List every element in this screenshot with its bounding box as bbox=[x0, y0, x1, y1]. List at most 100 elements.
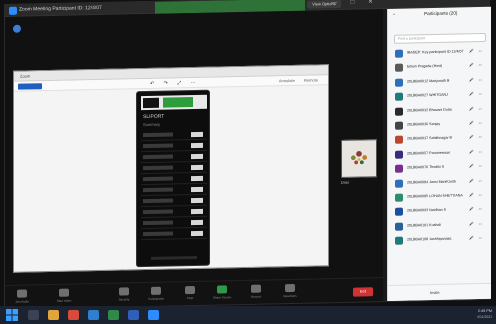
word-icon[interactable] bbox=[128, 310, 139, 320]
phone-row-label bbox=[143, 220, 173, 226]
chrome-icon[interactable] bbox=[68, 310, 79, 320]
desktop-screenshot: Zoom Meeting Participant ID: 12/4/07 Vie… bbox=[0, 0, 496, 324]
avatar bbox=[395, 179, 403, 188]
avatar bbox=[395, 193, 403, 202]
windows-start-icon[interactable] bbox=[6, 309, 18, 321]
participant-name: 20LBBA0101 Kushali bbox=[407, 222, 441, 228]
avatar bbox=[395, 236, 403, 245]
phone-row-value bbox=[191, 142, 203, 149]
mic-camera-icon[interactable]: 🎤 ▭ bbox=[469, 222, 484, 226]
mic-camera-icon[interactable]: 🎤 ▭ bbox=[469, 193, 484, 197]
avatar bbox=[395, 78, 403, 87]
shield-icon bbox=[119, 287, 129, 296]
record-icon bbox=[251, 284, 261, 293]
participant-name: 20LBBA0085 LOHAN SHETTIANA bbox=[407, 193, 463, 199]
mic-camera-icon[interactable]: 🎤 ▭ bbox=[469, 178, 484, 182]
participant-name: 20LBBA0037 Sahithnagar B bbox=[407, 135, 452, 141]
shared-home-button[interactable] bbox=[18, 83, 42, 90]
phone-title: SLIPORT bbox=[143, 113, 165, 121]
phone-row-value bbox=[191, 175, 203, 182]
phone-mirror: SLIPORT Summary bbox=[136, 89, 210, 268]
mic-camera-icon[interactable]: 🎤 ▭ bbox=[469, 236, 484, 240]
avatar bbox=[395, 107, 403, 116]
phone-row-label bbox=[143, 231, 173, 237]
mic-camera-icon[interactable]: 🎤 ▭ bbox=[469, 135, 484, 139]
participant-name: 20LBBA0084 Jansi ManiKanth bbox=[407, 179, 456, 185]
mic-camera-icon[interactable]: 🎤 ▭ bbox=[469, 107, 484, 111]
thumbnail-label: Dimi bbox=[341, 179, 349, 185]
phone-row-value bbox=[191, 153, 203, 160]
participant-row[interactable]: 20LBBA0108 Jashhipanaka 🎤 ▭ bbox=[390, 232, 490, 248]
flower-image-icon bbox=[342, 140, 376, 177]
participants-button[interactable]: Participants bbox=[147, 286, 165, 301]
share-icon bbox=[217, 285, 227, 294]
invite-button[interactable]: Invite bbox=[430, 290, 440, 295]
reactions-button[interactable]: Reactions bbox=[281, 283, 299, 298]
mic-camera-icon[interactable]: 🎤 ▭ bbox=[469, 121, 484, 125]
mic-camera-icon[interactable]: 🎤 ▭ bbox=[469, 92, 484, 96]
participant-name: 20LBBA0012 Manjunath B bbox=[407, 78, 450, 84]
phone-subtitle: Summary bbox=[143, 121, 161, 128]
join-audio-button[interactable]: Join Audio bbox=[13, 289, 31, 304]
participant-name: 20LBBA0093 Naidhan S bbox=[407, 208, 446, 213]
annotate-button[interactable]: Annotate bbox=[279, 78, 295, 83]
participants-list: IBADEP: Key participant ID 12/4/07 🎤 ▭ Edw… bbox=[390, 45, 490, 249]
phone-row-label bbox=[143, 132, 173, 138]
mic-camera-icon[interactable]: 🎤 ▭ bbox=[469, 63, 484, 67]
stop-video-button[interactable]: Stop Video bbox=[55, 288, 73, 303]
participant-name: Edwin Pragada (Host) bbox=[407, 64, 443, 69]
chat-button[interactable]: Chat bbox=[181, 285, 199, 300]
participant-name: 20LBBA0027 WHITGANJ bbox=[407, 92, 448, 98]
mic-camera-icon[interactable]: 🎤 ▭ bbox=[469, 150, 484, 154]
chevron-down-icon[interactable]: ⌄ bbox=[392, 11, 396, 17]
avatar bbox=[395, 164, 403, 173]
avatar bbox=[395, 92, 403, 101]
participants-panel: ⌄ Participants (20) Find a participant I… bbox=[387, 6, 491, 301]
security-button[interactable]: Security bbox=[115, 287, 133, 302]
participant-thumbnail[interactable] bbox=[341, 139, 377, 178]
mic-camera-icon[interactable]: 🎤 ▭ bbox=[469, 164, 484, 168]
avatar bbox=[395, 222, 403, 231]
avatar bbox=[395, 49, 403, 58]
windows-taskbar: 2:45 PM 4/11/2021 bbox=[0, 306, 496, 324]
participant-name: IBADEP: Key participant ID 12/4/07 bbox=[407, 49, 464, 55]
headphones-icon bbox=[17, 289, 27, 298]
shared-tab-label: Zoom bbox=[20, 73, 31, 79]
participant-name: 20LBBA0057 Parameswari bbox=[407, 150, 451, 156]
excel-icon[interactable] bbox=[108, 310, 119, 320]
phone-row-label bbox=[143, 187, 173, 193]
remote-button[interactable]: Remote bbox=[304, 77, 318, 82]
avatar bbox=[395, 207, 403, 217]
avatar bbox=[395, 150, 403, 159]
zoom-window: Zoom Meeting Participant ID: 12/4/07 Vie… bbox=[4, 0, 491, 310]
phone-row-value bbox=[191, 230, 203, 237]
search-icon[interactable] bbox=[28, 310, 39, 320]
mic-camera-icon[interactable]: 🎤 ▭ bbox=[469, 78, 484, 82]
phone-row-value bbox=[191, 219, 203, 226]
folder-icon[interactable] bbox=[48, 310, 59, 320]
end-meeting-button[interactable]: End bbox=[353, 287, 373, 297]
record-button[interactable]: Record bbox=[247, 284, 265, 299]
phone-row-label bbox=[143, 154, 173, 160]
phone-row-value bbox=[191, 164, 203, 171]
clock-date: 4/11/2021 bbox=[477, 315, 492, 319]
participant-name: 20LBBA0070 Thodiki S bbox=[407, 164, 445, 170]
zoom-icon[interactable] bbox=[148, 310, 159, 320]
share-screen-button[interactable]: Share Screen bbox=[213, 285, 231, 300]
video-icon bbox=[59, 288, 69, 297]
participants-title: Participants (20) bbox=[424, 10, 458, 17]
phone-row-label bbox=[143, 176, 173, 182]
info-icon[interactable] bbox=[13, 24, 21, 33]
phone-row-value bbox=[191, 186, 203, 193]
mic-camera-icon[interactable]: 🎤 ▭ bbox=[469, 207, 484, 211]
phone-header-green bbox=[163, 97, 193, 108]
participant-name: 20LBBA0032 Bhavani Dutta bbox=[407, 107, 452, 113]
shared-tool-icons: ↶ ↷ ⤢ ⋯ bbox=[150, 79, 200, 87]
participants-header: ⌄ Participants (20) bbox=[388, 7, 491, 21]
mic-camera-icon[interactable]: 🎤 ▭ bbox=[469, 49, 484, 53]
avatar bbox=[395, 64, 403, 73]
people-icon bbox=[151, 286, 161, 295]
phone-row-label bbox=[143, 209, 173, 215]
edge-icon[interactable] bbox=[88, 310, 99, 320]
window-controls[interactable]: — □ ✕ bbox=[331, 0, 379, 6]
